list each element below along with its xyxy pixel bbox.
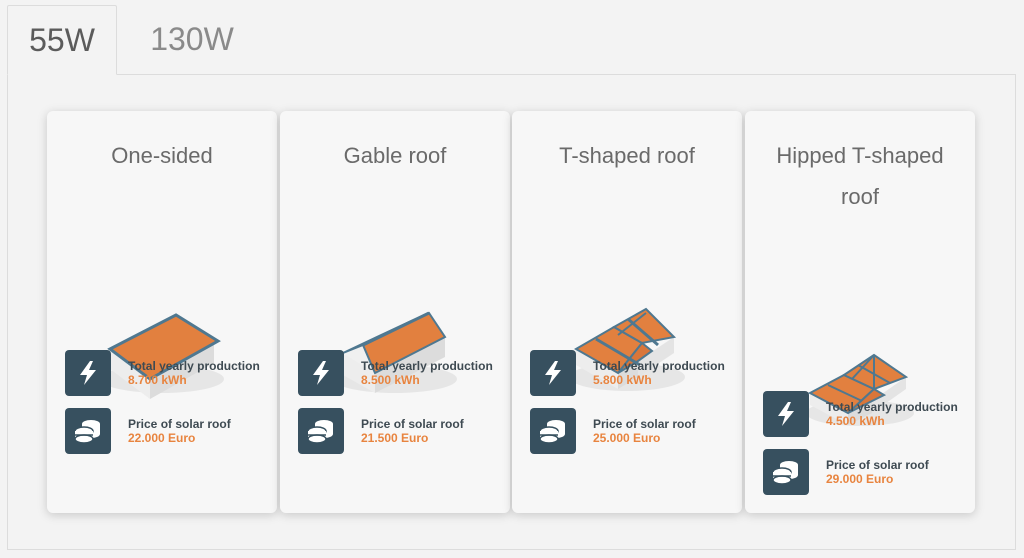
production-value: 5.800 kWh <box>593 373 652 387</box>
price-label: Price of solar roof <box>593 417 696 431</box>
price-label: Price of solar roof <box>361 417 464 431</box>
tab-130w[interactable]: 130W <box>117 5 267 74</box>
price-label: Price of solar roof <box>128 417 231 431</box>
production-stat: Total yearly production 5.800 kWh <box>530 350 732 396</box>
roof-card-t-shaped[interactable]: T-shaped roof Total yearly production 5.… <box>512 111 742 513</box>
card-title: Gable roof <box>343 143 447 168</box>
price-label: Price of solar roof <box>826 458 929 472</box>
price-value: 29.000 Euro <box>826 472 894 486</box>
production-stat: Total yearly production 4.500 kWh <box>763 391 965 437</box>
production-value: 8.700 kWh <box>128 373 187 387</box>
card-title: One-sided <box>111 143 213 168</box>
coin-stack-icon <box>530 408 576 454</box>
roof-card-one-sided[interactable]: One-sided Total yearly production 8.700 … <box>47 111 277 513</box>
lightning-bolt-icon <box>298 350 344 396</box>
production-label: Total yearly production <box>826 400 958 414</box>
price-stat: Price of solar roof 25.000 Euro <box>530 408 732 454</box>
coin-stack-icon <box>65 408 111 454</box>
production-value: 4.500 kWh <box>826 414 885 428</box>
production-value: 8.500 kWh <box>361 373 420 387</box>
production-stat: Total yearly production 8.500 kWh <box>298 350 500 396</box>
production-label: Total yearly production <box>593 359 725 373</box>
price-value: 21.500 Euro <box>361 431 429 445</box>
lightning-bolt-icon <box>763 391 809 437</box>
price-stat: Price of solar roof 29.000 Euro <box>763 449 965 495</box>
lightning-bolt-icon <box>65 350 111 396</box>
coin-stack-icon <box>763 449 809 495</box>
roof-card-gable[interactable]: Gable roof Total yearly production 8.500… <box>280 111 510 513</box>
price-stat: Price of solar roof 21.500 Euro <box>298 408 500 454</box>
production-stat: Total yearly production 8.700 kWh <box>65 350 267 396</box>
production-label: Total yearly production <box>361 359 493 373</box>
tab-55w[interactable]: 55W <box>7 5 117 75</box>
lightning-bolt-icon <box>530 350 576 396</box>
production-label: Total yearly production <box>128 359 260 373</box>
roof-card-hipped-t-shaped[interactable]: Hipped T-shaped roof Total yearly produc… <box>745 111 975 513</box>
card-title: T-shaped roof <box>559 143 695 168</box>
coin-stack-icon <box>298 408 344 454</box>
card-title: Hipped T-shaped roof <box>776 143 944 209</box>
price-stat: Price of solar roof 22.000 Euro <box>65 408 267 454</box>
price-value: 22.000 Euro <box>128 431 196 445</box>
price-value: 25.000 Euro <box>593 431 661 445</box>
